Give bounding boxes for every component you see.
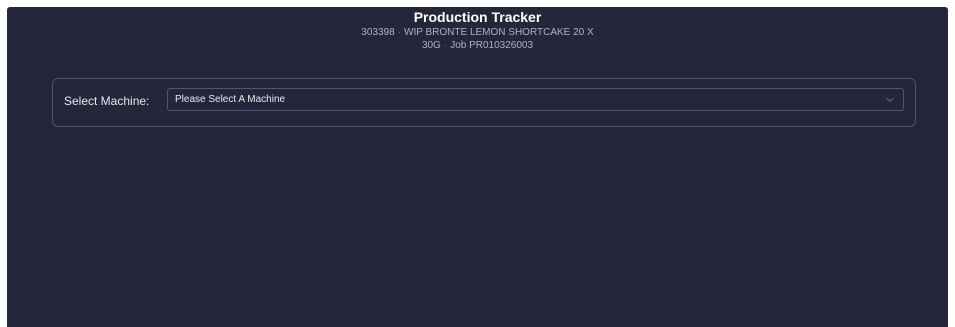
machine-panel: Select Machine: Please Select A Machine [52, 78, 916, 127]
chevron-down-icon [886, 97, 894, 103]
separator: · [443, 40, 448, 51]
job-number: Job PR010326003 [450, 40, 534, 51]
app-window: Production Tracker 303398 · WIP BRONTE LEM… [7, 7, 948, 327]
product-info-line-2: 30G · Job PR010326003 [7, 39, 948, 52]
separator: · [397, 27, 402, 38]
machine-select[interactable]: Please Select A Machine [167, 88, 904, 111]
product-info-line-1: 303398 · WIP BRONTE LEMON SHORTCAKE 20 X [7, 26, 948, 39]
product-name: WIP BRONTE LEMON SHORTCAKE 20 X [404, 27, 594, 38]
product-size: 30G [421, 40, 441, 51]
page-header: Production Tracker 303398 · WIP BRONTE LEM… [7, 9, 948, 52]
select-machine-label: Select Machine: [64, 94, 150, 108]
machine-select-value: Please Select A Machine [175, 94, 286, 105]
page-title: Production Tracker [413, 9, 542, 25]
product-code: 303398 [361, 27, 395, 38]
